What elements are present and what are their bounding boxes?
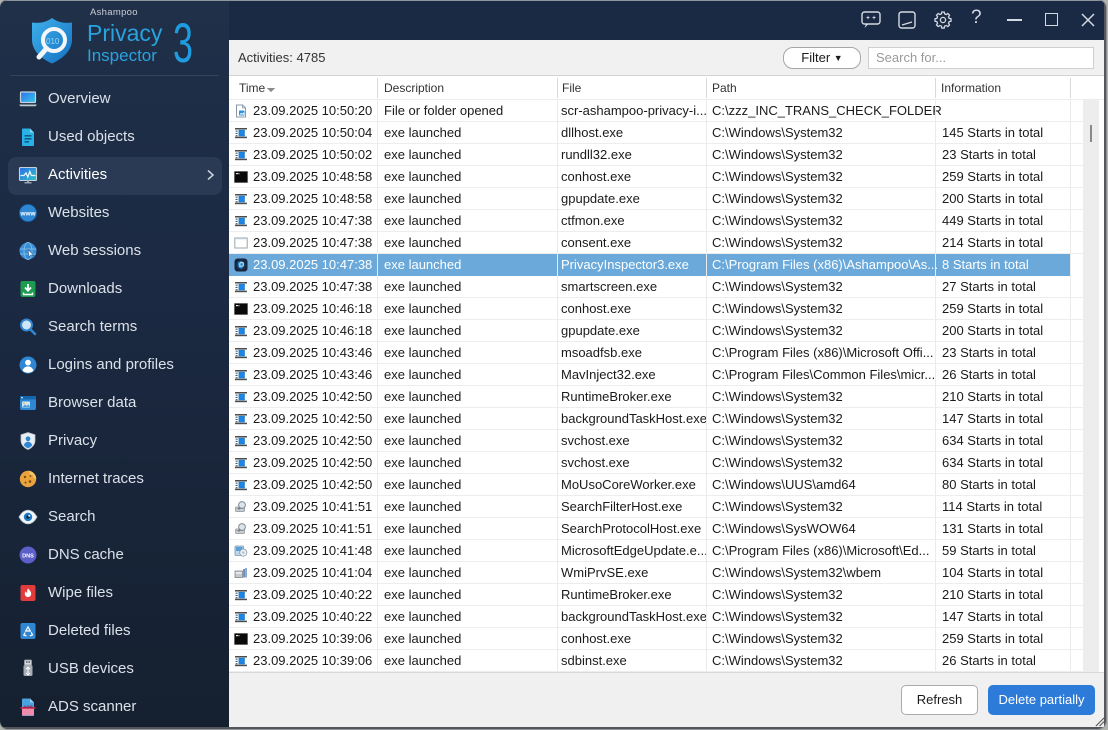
svg-text:www: www xyxy=(20,210,36,217)
svg-text:DNS: DNS xyxy=(22,553,34,559)
svg-text:ADS: ADS xyxy=(23,704,33,709)
svg-text:010: 010 xyxy=(46,37,60,46)
